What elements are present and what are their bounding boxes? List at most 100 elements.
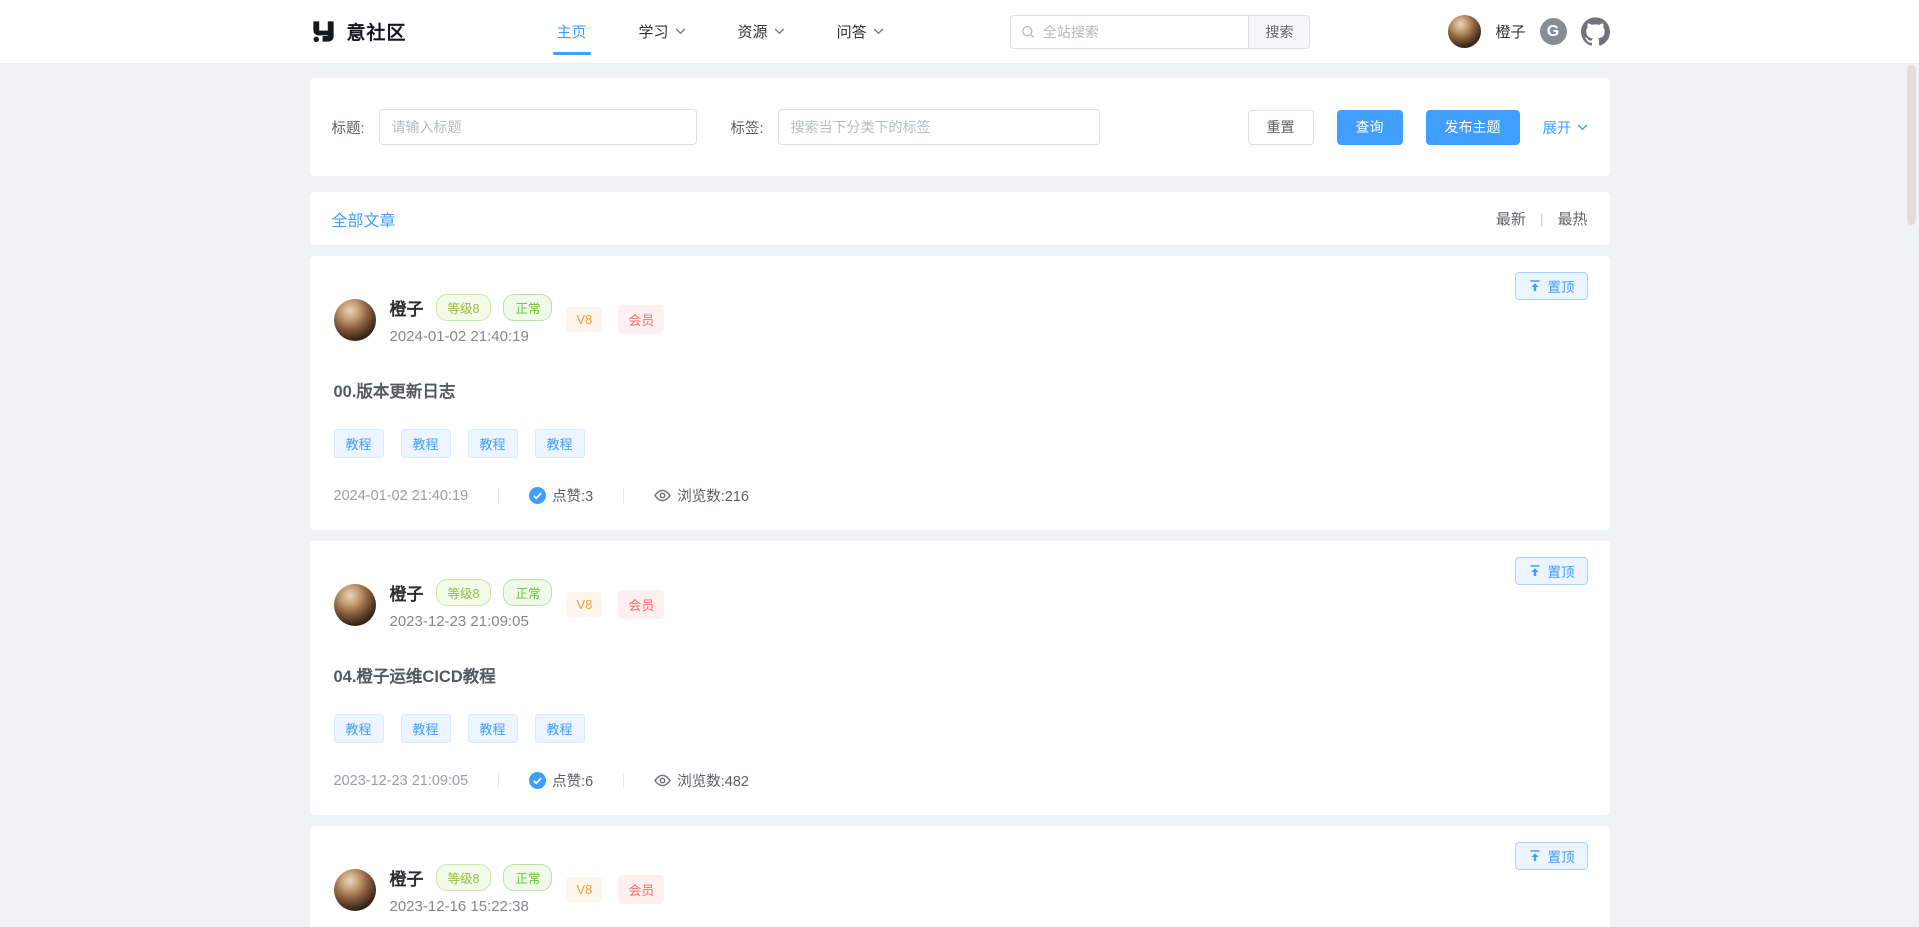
chevron-down-icon <box>774 28 785 35</box>
brand-title: 意社区 <box>347 18 407 45</box>
nav-item-home-label: 主页 <box>557 21 587 42</box>
post-card: 置顶 橙子 等级8 正常 2023-12-16 15:22:38 V8 会员 <box>310 826 1610 927</box>
author-name[interactable]: 橙子 <box>390 865 424 890</box>
scrollbar-thumb[interactable] <box>1907 65 1916 225</box>
vip-badge: V8 <box>566 592 602 617</box>
likes-text: 点赞:3 <box>552 485 593 506</box>
likes-text: 点赞:6 <box>552 770 593 791</box>
status-badge: 正常 <box>503 294 552 321</box>
footer-divider <box>623 488 624 503</box>
member-badge: 会员 <box>618 875 664 904</box>
author-name[interactable]: 橙子 <box>390 295 424 320</box>
author-avatar[interactable] <box>334 584 376 626</box>
chevron-down-icon <box>1577 124 1588 131</box>
avatar[interactable] <box>1448 15 1481 48</box>
pin-top-label: 置顶 <box>1548 276 1575 296</box>
footer-divider <box>498 488 499 503</box>
author-avatar[interactable] <box>334 869 376 911</box>
filter-bar: 标题: 标签: 重置 查询 发布主题 展开 <box>310 78 1610 176</box>
author-name[interactable]: 橙子 <box>390 580 424 605</box>
level-badge: 等级8 <box>436 294 492 321</box>
tag-filter-input[interactable] <box>778 109 1100 145</box>
post-card: 置顶 橙子 等级8 正常 2024-01-02 21:40:19 V8 会员 0… <box>310 256 1610 530</box>
post-tag[interactable]: 教程 <box>535 714 585 743</box>
likes-count: 点赞:3 <box>529 485 593 506</box>
chevron-down-icon <box>675 28 686 35</box>
status-badge: 正常 <box>503 579 552 606</box>
level-badge: 等级8 <box>436 864 492 891</box>
gitee-icon[interactable]: G <box>1540 18 1567 45</box>
reset-button[interactable]: 重置 <box>1248 110 1314 145</box>
user-area: 橙子 G <box>1448 15 1609 48</box>
search-icon <box>1021 24 1035 40</box>
expand-link[interactable]: 展开 <box>1543 117 1588 138</box>
like-check-icon <box>529 772 546 789</box>
pin-top-button[interactable]: 置顶 <box>1515 557 1588 585</box>
post-tag[interactable]: 教程 <box>334 429 384 458</box>
author-avatar[interactable] <box>334 299 376 341</box>
vip-badge: V8 <box>566 307 602 332</box>
publish-topic-button[interactable]: 发布主题 <box>1426 110 1520 145</box>
post-title[interactable]: 04.橙子运维CICD教程 <box>334 663 1586 687</box>
github-icon[interactable] <box>1581 17 1610 46</box>
nav-item-qa-label: 问答 <box>837 21 867 42</box>
post-footer-date: 2024-01-02 21:40:19 <box>334 488 469 504</box>
nav-item-qa[interactable]: 问答 <box>837 0 884 63</box>
pin-top-label: 置顶 <box>1548 846 1575 866</box>
pin-top-label: 置顶 <box>1548 561 1575 581</box>
level-badge: 等级8 <box>436 579 492 606</box>
post-title[interactable]: 00.版本更新日志 <box>334 378 1586 402</box>
pin-top-button[interactable]: 置顶 <box>1515 272 1588 300</box>
nav-item-learn-label: 学习 <box>639 21 669 42</box>
post-date: 2023-12-23 21:09:05 <box>390 613 553 630</box>
tag-filter-label: 标签: <box>731 117 764 138</box>
post-tag[interactable]: 教程 <box>401 429 451 458</box>
post-card: 置顶 橙子 等级8 正常 2023-12-23 21:09:05 V8 会员 0… <box>310 541 1610 815</box>
nav-item-resources-label: 资源 <box>738 21 768 42</box>
navbar: 意社区 主页 学习 资源 问答 搜索 <box>0 0 1919 64</box>
nav-item-resources[interactable]: 资源 <box>738 0 785 63</box>
username[interactable]: 橙子 <box>1495 21 1525 42</box>
eye-icon <box>654 772 671 789</box>
post-date: 2024-01-02 21:40:19 <box>390 328 553 345</box>
footer-divider <box>623 773 624 788</box>
sort-hottest[interactable]: 最热 <box>1557 208 1587 229</box>
vip-badge: V8 <box>566 877 602 902</box>
expand-link-label: 展开 <box>1543 117 1572 138</box>
brand-logo-icon <box>310 18 337 45</box>
eye-icon <box>654 487 671 504</box>
views-count: 浏览数:482 <box>654 770 749 791</box>
pin-top-icon <box>1528 279 1542 293</box>
brand[interactable]: 意社区 <box>310 18 407 45</box>
like-check-icon <box>529 487 546 504</box>
views-count: 浏览数:216 <box>654 485 749 506</box>
pin-top-icon <box>1528 849 1542 863</box>
sort-newest[interactable]: 最新 <box>1496 208 1526 229</box>
pin-top-icon <box>1528 564 1542 578</box>
search-input[interactable] <box>1043 24 1239 40</box>
footer-divider <box>498 773 499 788</box>
pin-top-button[interactable]: 置顶 <box>1515 842 1588 870</box>
query-button[interactable]: 查询 <box>1337 110 1403 145</box>
global-search: 搜索 <box>1010 15 1310 49</box>
post-tag[interactable]: 教程 <box>535 429 585 458</box>
title-filter-label: 标题: <box>332 117 365 138</box>
search-button[interactable]: 搜索 <box>1248 15 1310 49</box>
main-menu: 主页 学习 资源 问答 <box>557 0 884 63</box>
views-text: 浏览数:216 <box>677 485 749 506</box>
all-articles-link[interactable]: 全部文章 <box>332 207 396 231</box>
member-badge: 会员 <box>618 590 664 619</box>
article-list-header: 全部文章 最新 | 最热 <box>310 192 1610 245</box>
title-filter-input[interactable] <box>379 109 697 145</box>
status-badge: 正常 <box>503 864 552 891</box>
member-badge: 会员 <box>618 305 664 334</box>
post-tag[interactable]: 教程 <box>401 714 451 743</box>
nav-item-learn[interactable]: 学习 <box>639 0 686 63</box>
nav-item-home[interactable]: 主页 <box>557 0 587 63</box>
post-tag[interactable]: 教程 <box>468 714 518 743</box>
post-tag[interactable]: 教程 <box>468 429 518 458</box>
post-tag[interactable]: 教程 <box>334 714 384 743</box>
chevron-down-icon <box>873 28 884 35</box>
post-date: 2023-12-16 15:22:38 <box>390 898 553 915</box>
sort-separator: | <box>1540 211 1544 227</box>
